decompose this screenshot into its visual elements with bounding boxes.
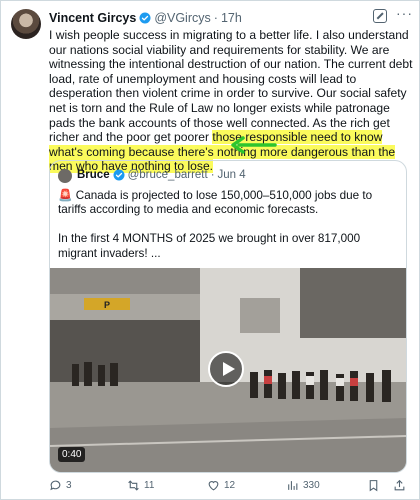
quoted-header: Bruce @bruce_barrett · Jun 4 <box>77 169 246 181</box>
tweet-card[interactable]: Vincent Gircys @VGircys · 17h ··· I wish… <box>0 0 420 500</box>
quoted-author-handle[interactable]: @bruce_barrett <box>128 169 208 181</box>
bookmark-icon <box>369 480 378 492</box>
quoted-verified-badge-icon <box>113 169 125 181</box>
tweet-header: Vincent Gircys @VGircys · 17h <box>49 11 242 25</box>
header-separator: · <box>213 11 218 25</box>
reply-icon <box>50 480 61 491</box>
share-button[interactable] <box>393 479 406 492</box>
verified-badge-icon <box>139 12 151 24</box>
action-bar: 3 11 12 330 <box>49 479 415 495</box>
views-button[interactable]: 330 <box>286 479 320 492</box>
repost-button[interactable]: 11 <box>127 479 154 492</box>
tweet-text-plain: I wish people success in migrating to a … <box>49 28 413 145</box>
quoted-separator: · <box>210 169 215 181</box>
green-arrow-icon <box>231 136 277 154</box>
like-button[interactable]: 12 <box>207 479 235 492</box>
quoted-tweet[interactable]: Bruce @bruce_barrett · Jun 4 🚨 Canada is… <box>49 160 407 473</box>
play-button-icon[interactable] <box>208 351 244 387</box>
video-player[interactable]: P 0:40 <box>50 268 406 472</box>
quoted-date[interactable]: Jun 4 <box>218 169 246 181</box>
tweet-time[interactable]: 17h <box>221 11 242 25</box>
avatar[interactable] <box>11 9 41 39</box>
grok-icon[interactable] <box>373 9 387 23</box>
reply-button[interactable]: 3 <box>49 479 72 492</box>
views-count: 330 <box>303 480 320 491</box>
share-icon <box>394 479 405 491</box>
bookmark-button[interactable] <box>367 479 380 492</box>
heart-icon <box>208 481 219 491</box>
video-duration: 0:40 <box>58 447 86 462</box>
quoted-text: 🚨 Canada is projected to lose 150,000–51… <box>58 189 373 260</box>
quoted-avatar[interactable] <box>58 169 72 183</box>
quoted-author-name[interactable]: Bruce <box>77 169 110 181</box>
repost-icon <box>128 480 139 491</box>
author-handle[interactable]: @VGircys <box>154 11 210 25</box>
more-options-icon[interactable]: ··· <box>396 5 413 21</box>
author-name[interactable]: Vincent Gircys <box>49 11 136 25</box>
reply-count: 3 <box>66 480 72 491</box>
views-icon <box>288 481 298 490</box>
video-sign-text: P <box>104 300 110 310</box>
repost-count: 11 <box>144 480 155 491</box>
like-count: 12 <box>224 480 236 491</box>
